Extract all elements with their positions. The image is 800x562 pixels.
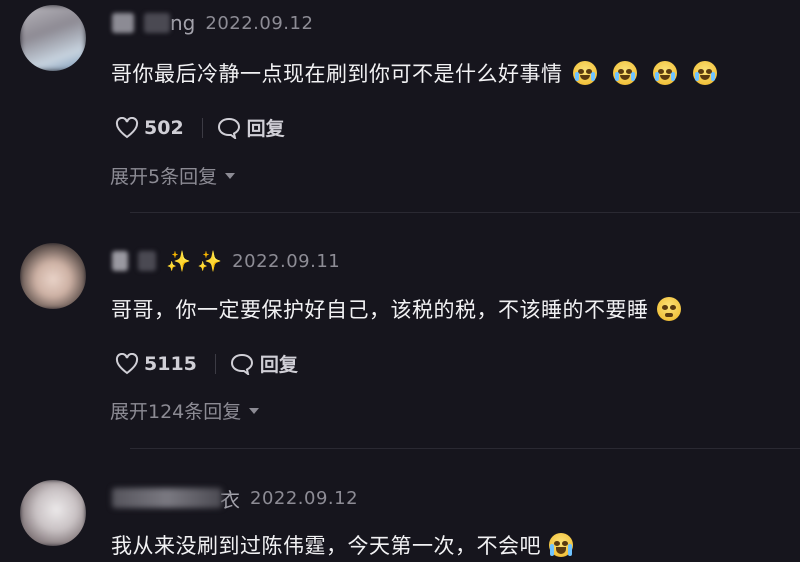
- comment-actions: 5115 回复: [115, 350, 298, 377]
- crying-face-emoji-icon: [692, 61, 717, 85]
- comment-divider: [130, 448, 800, 449]
- crying-face-emoji-icon: [612, 61, 637, 85]
- divider: [214, 353, 216, 374]
- username-blurred: [112, 13, 134, 33]
- username-blurred: [112, 488, 222, 508]
- crying-face-emoji-icon: [652, 61, 677, 85]
- avatar[interactable]: [20, 480, 86, 546]
- caret-down-icon: [225, 172, 236, 179]
- avatar[interactable]: [20, 5, 86, 71]
- reply-button[interactable]: 回复: [230, 350, 298, 377]
- like-count: 502: [144, 116, 184, 139]
- username-row[interactable]: ✨ ✨ 2022.09.11: [112, 248, 340, 274]
- pleading-face-emoji-icon: [656, 297, 681, 321]
- avatar[interactable]: [20, 243, 86, 309]
- caret-down-icon: [249, 407, 260, 414]
- expand-replies-label: 展开5条回复: [110, 166, 218, 188]
- crying-face-emoji-icon: [572, 61, 597, 85]
- speech-bubble-icon: [230, 353, 253, 375]
- reply-label: 回复: [246, 118, 285, 140]
- like-button[interactable]: 502: [115, 116, 184, 139]
- username-blurred: [144, 13, 170, 33]
- heart-outline-icon: [115, 352, 139, 374]
- reply-button[interactable]: 回复: [217, 114, 285, 141]
- expand-replies-label: 展开124条回复: [110, 401, 242, 423]
- username-row[interactable]: 衣 2022.09.12: [112, 485, 359, 512]
- comment-text: 我从来没刷到过陈伟霆，今天第一次，不会吧: [111, 534, 541, 558]
- like-count: 5115: [144, 352, 197, 375]
- username-text: 衣: [220, 487, 240, 512]
- comment-text: 哥哥，你一定要保护好自己，该税的税，不该睡的不要睡: [111, 298, 649, 322]
- expand-replies[interactable]: 展开124条回复: [110, 397, 260, 424]
- comment-actions: 502 回复: [115, 114, 285, 141]
- like-button[interactable]: 5115: [115, 352, 197, 375]
- username-text: ng: [170, 11, 196, 35]
- comment-date: 2022.09.12: [205, 12, 314, 34]
- comment-text-row: 我从来没刷到过陈伟霆，今天第一次，不会吧: [111, 530, 573, 560]
- username-blurred: [138, 251, 156, 271]
- divider: [201, 117, 203, 138]
- comment-divider: [130, 212, 800, 213]
- comment-text-row: 哥哥，你一定要保护好自己，该税的税，不该睡的不要睡: [111, 294, 681, 324]
- comment-text: 哥你最后冷静一点现在刷到你可不是什么好事情: [111, 62, 563, 86]
- comment-date: 2022.09.12: [250, 487, 359, 509]
- speech-bubble-icon: [217, 117, 240, 139]
- heart-outline-icon: [115, 116, 139, 138]
- reply-label: 回复: [259, 354, 298, 376]
- username-blurred: [112, 251, 128, 271]
- username-row[interactable]: ng 2022.09.12: [112, 10, 313, 36]
- comment-date: 2022.09.11: [232, 250, 341, 272]
- expand-replies[interactable]: 展开5条回复: [110, 162, 236, 189]
- loudly-crying-face-emoji-icon: [549, 533, 573, 557]
- username-text: ✨ ✨: [166, 249, 223, 273]
- comment-text-row: 哥你最后冷静一点现在刷到你可不是什么好事情: [111, 58, 717, 88]
